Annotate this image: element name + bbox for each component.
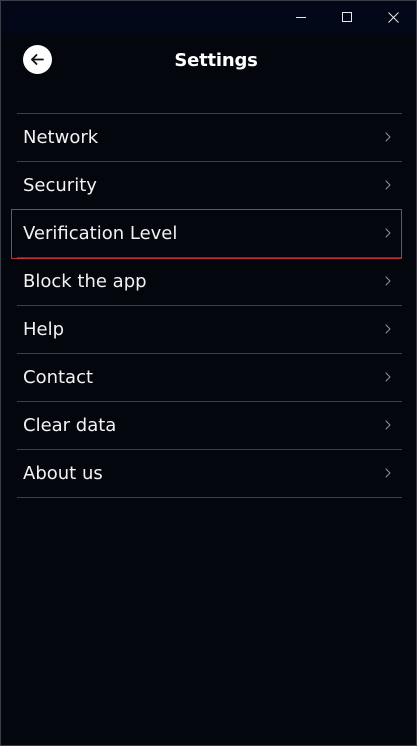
chevron-right-icon (385, 276, 391, 286)
menu-item-clear-data[interactable]: Clear data (17, 402, 402, 450)
menu-item-label: About us (23, 463, 103, 484)
minimize-button[interactable] (278, 1, 324, 33)
menu-item-network[interactable]: Network (17, 114, 402, 162)
menu-item-block-the-app[interactable]: Block the app (17, 258, 402, 306)
close-button[interactable] (370, 1, 416, 33)
chevron-right-icon (385, 372, 391, 382)
menu-item-label: Block the app (23, 271, 147, 292)
chevron-right-icon (385, 324, 391, 334)
window-titlebar (1, 1, 416, 33)
chevron-right-icon (385, 180, 391, 190)
menu-item-label: Verification Level (23, 223, 178, 244)
menu-item-about-us[interactable]: About us (17, 450, 402, 498)
close-icon (388, 12, 399, 23)
menu-item-contact[interactable]: Contact (17, 354, 402, 402)
menu-item-label: Help (23, 319, 65, 340)
menu-item-help[interactable]: Help (17, 306, 402, 354)
chevron-right-icon (385, 228, 391, 238)
maximize-icon (342, 12, 352, 22)
chevron-right-icon (385, 420, 391, 430)
chevron-right-icon (385, 468, 391, 478)
minimize-icon (296, 17, 306, 18)
settings-header: Settings (1, 33, 416, 93)
menu-item-label: Network (23, 127, 99, 148)
page-title: Settings (174, 50, 258, 71)
menu-item-label: Clear data (23, 415, 117, 436)
settings-menu: Network Security Verification Level Block t… (11, 113, 402, 498)
maximize-button[interactable] (324, 1, 370, 33)
menu-item-security[interactable]: Security (17, 162, 402, 210)
menu-item-verification-level[interactable]: Verification Level (11, 209, 402, 259)
app-window: Settings Network Security Verification Lev… (0, 0, 417, 746)
chevron-right-icon (385, 132, 391, 142)
menu-item-label: Security (23, 175, 97, 196)
menu-item-label: Contact (23, 367, 94, 388)
